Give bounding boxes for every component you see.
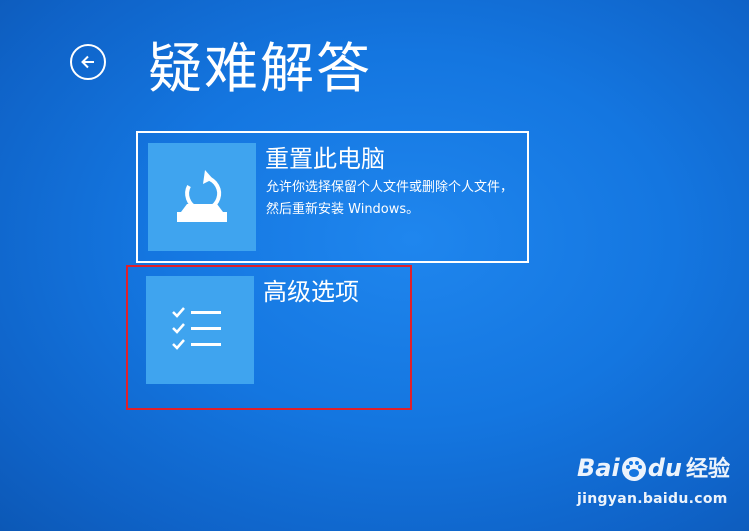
advanced-options-title: 高级选项 — [263, 278, 359, 306]
page-title: 疑难解答 — [148, 37, 372, 100]
watermark-brand-a: Bai — [577, 454, 620, 482]
baidu-paw-icon — [621, 456, 647, 486]
reset-pc-title: 重置此电脑 — [265, 145, 385, 173]
back-button[interactable] — [70, 44, 106, 80]
watermark-product: 经验 — [685, 457, 730, 482]
reset-pc-description: 允许你选择保留个人文件或删除个人文件，然后重新安装 Windows。 — [266, 180, 514, 217]
advanced-options-tile — [146, 276, 254, 384]
reset-pc-option[interactable]: 重置此电脑 允许你选择保留个人文件或删除个人文件，然后重新安装 Windows。 — [136, 131, 529, 263]
checklist-icon — [172, 307, 221, 350]
back-arrow-icon — [81, 55, 94, 69]
reset-pc-tile — [148, 143, 256, 251]
watermark-brand-b: du — [647, 454, 682, 482]
reset-pc-icon — [177, 170, 227, 222]
watermark-url: jingyan.baidu.com — [577, 491, 728, 507]
baidu-jingyan-watermark: Bai du 经验 jingyan.baidu.com — [577, 451, 730, 517]
advanced-options-option[interactable]: 高级选项 — [136, 266, 529, 398]
